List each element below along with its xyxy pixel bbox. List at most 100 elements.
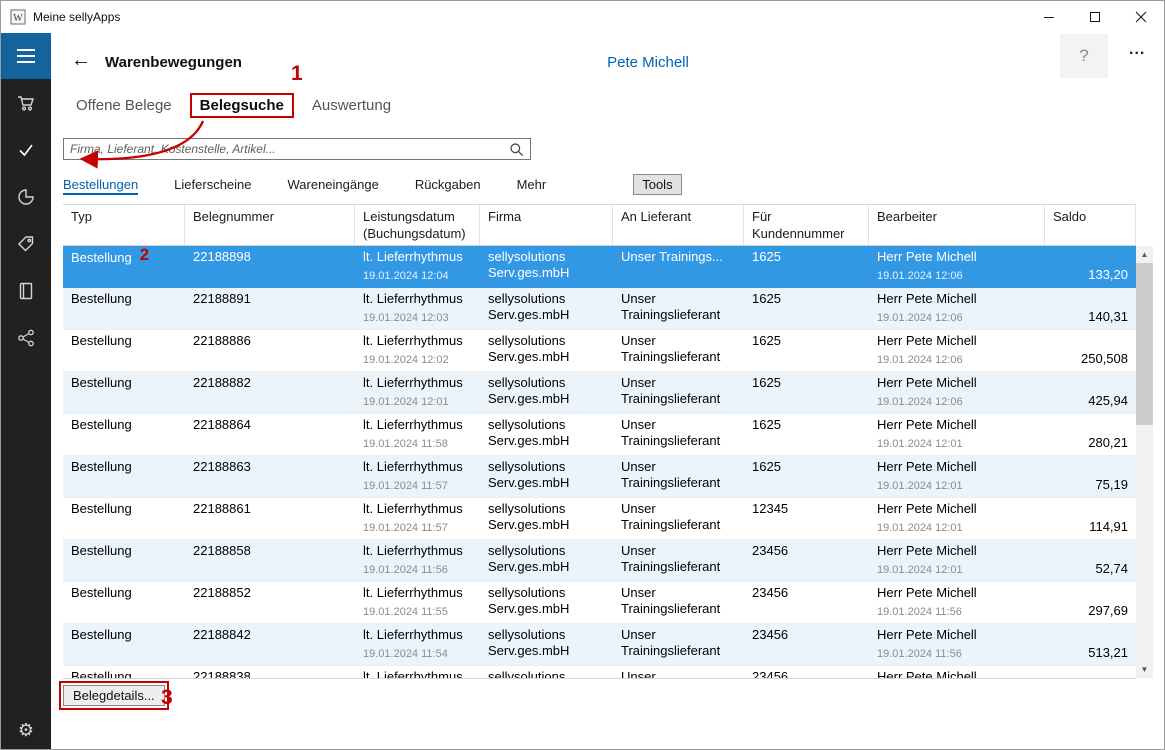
cell-belegnummer: 22188886 [185,330,355,371]
cell-lieferant: Unser... [613,666,744,679]
cell-kundennummer: 12345 [744,498,869,539]
cell-bearbeiter: Herr Pete Michell19.01.2024 12:01 [869,540,1045,581]
column-header-4[interactable]: Firma [480,205,613,245]
cell-typ: Bestellung [63,288,185,329]
tools-button[interactable]: Tools [633,174,681,195]
scroll-down-icon[interactable]: ▼ [1136,661,1153,678]
pie-chart-icon [16,187,36,207]
table-row[interactable]: Bestellung222188898lt. Lieferrhythmus19.… [63,246,1136,288]
subtab-lieferscheine[interactable]: Lieferscheine [174,177,251,195]
table-row[interactable]: Bestellung22188861lt. Lieferrhythmus19.0… [63,498,1136,540]
maximize-button[interactable] [1072,1,1118,33]
sidebar: ⚙ [1,33,51,749]
search-box [63,138,531,160]
cell-leistungsdatum: lt. Lieferrhythmus [355,666,480,679]
cell-typ: Bestellung [63,540,185,581]
sidebar-item-cart[interactable] [1,79,51,126]
tab-belegsuche[interactable]: Belegsuche [190,93,294,118]
back-button[interactable]: ← [71,49,91,72]
user-name[interactable]: Pete Michell [548,54,748,71]
sidebar-item-statistics[interactable] [1,173,51,220]
table-row[interactable]: Bestellung22188858lt. Lieferrhythmus19.0… [63,540,1136,582]
table-row[interactable]: Bestellung22188891lt. Lieferrhythmus19.0… [63,288,1136,330]
cell-lieferant: UnserTrainingslieferant [613,624,744,665]
subtab-bar: Bestellungen Lieferscheine Wareneingänge… [63,171,682,195]
table-row[interactable]: Bestellung22188842lt. Lieferrhythmus19.0… [63,624,1136,666]
cell-saldo: 280,21 [1045,414,1136,455]
cell-typ: Bestellung [63,414,185,455]
help-icon: ? [1079,46,1088,66]
app-logo-icon: W [10,9,26,25]
column-header-7[interactable]: Bearbeiter [869,205,1045,245]
table-row[interactable]: Bestellung22188863lt. Lieferrhythmus19.0… [63,456,1136,498]
cell-typ: Bestellung [63,372,185,413]
cell-bearbeiter: Herr Pete Michell19.01.2024 11:56 [869,624,1045,665]
cell-belegnummer: 22188898 [185,246,355,287]
cell-saldo: 425,94 [1045,372,1136,413]
cell-saldo: 133,20 [1045,246,1136,287]
sidebar-item-prices[interactable] [1,220,51,267]
tag-icon [16,234,36,254]
scrollbar-thumb[interactable] [1136,263,1153,425]
column-header-5[interactable]: An Lieferant [613,205,744,245]
cell-bearbeiter: Herr Pete Michell19.01.2024 12:06 [869,288,1045,329]
cell-typ: Bestellung [63,498,185,539]
cell-leistungsdatum: lt. Lieferrhythmus19.01.2024 11:57 [355,498,480,539]
more-button[interactable]: ... [1129,41,1145,59]
cell-leistungsdatum: lt. Lieferrhythmus19.01.2024 11:57 [355,456,480,497]
table-row[interactable]: Bestellung22188864lt. Lieferrhythmus19.0… [63,414,1136,456]
vertical-scrollbar[interactable]: ▲ ▼ [1136,246,1153,678]
close-button[interactable] [1118,1,1164,33]
sidebar-item-warenbewegungen[interactable] [1,126,51,173]
column-header-3[interactable]: Leistungsdatum (Buchungsdatum) [355,205,480,245]
cell-lieferant: UnserTrainingslieferant [613,288,744,329]
documents-table: TypBelegnummerLeistungsdatum (Buchungsda… [63,204,1136,679]
column-header-1[interactable]: Typ [63,205,185,245]
column-header-8[interactable]: Saldo [1045,205,1136,245]
table-row[interactable]: Bestellung22188838lt. Lieferrhythmussell… [63,666,1136,679]
cell-saldo: 513,21 [1045,624,1136,665]
column-header-6[interactable]: Für Kundennummer [744,205,869,245]
scroll-up-icon[interactable]: ▲ [1136,246,1153,263]
cell-typ: Bestellung [63,666,185,679]
titlebar: W Meine sellyApps [1,1,1164,33]
subtab-mehr[interactable]: Mehr [517,177,547,195]
minimize-button[interactable] [1026,1,1072,33]
cell-firma: sellysolutionsServ.ges.mbH [480,456,613,497]
cell-belegnummer: 22188863 [185,456,355,497]
search-input[interactable] [64,142,509,156]
cell-saldo: 52,74 [1045,540,1136,581]
cell-lieferant: UnserTrainingslieferant [613,582,744,623]
cell-kundennummer: 23456 [744,582,869,623]
book-icon [16,281,36,301]
sidebar-item-network[interactable] [1,314,51,361]
table-row[interactable]: Bestellung22188882lt. Lieferrhythmus19.0… [63,372,1136,414]
search-icon[interactable] [509,142,524,157]
cell-bearbeiter: Herr Pete Michell19.01.2024 12:01 [869,414,1045,455]
subtab-rueckgaben[interactable]: Rückgaben [415,177,481,195]
column-header-2[interactable]: Belegnummer [185,205,355,245]
sidebar-item-catalog[interactable] [1,267,51,314]
subtab-wareneingaenge[interactable]: Wareneingänge [288,177,379,195]
menu-button[interactable] [1,33,51,79]
help-button[interactable]: ? [1060,34,1108,78]
page-title: Warenbewegungen [105,54,242,71]
subtab-bestellungen[interactable]: Bestellungen [63,177,138,195]
table-row[interactable]: Bestellung22188852lt. Lieferrhythmus19.0… [63,582,1136,624]
cell-lieferant: UnserTrainingslieferant [613,414,744,455]
cell-lieferant: UnserTrainingslieferant [613,330,744,371]
tab-offene-belege[interactable]: Offene Belege [76,93,172,118]
more-icon: ... [1129,41,1145,58]
cell-belegnummer: 22188891 [185,288,355,329]
cell-kundennummer: 1625 [744,246,869,287]
content-area: ← Warenbewegungen Pete Michell ? ... Off… [51,33,1164,749]
annotation-step-3: 3 [161,686,173,710]
table-row[interactable]: Bestellung22188886lt. Lieferrhythmus19.0… [63,330,1136,372]
cell-belegnummer: 22188858 [185,540,355,581]
settings-button[interactable]: ⚙ [1,720,51,741]
cell-kundennummer: 23456 [744,666,869,679]
cell-firma: sellysolutionsServ.ges.mbH [480,582,613,623]
details-button[interactable]: Belegdetails... [63,685,165,706]
cell-firma: sellysolutionsServ.ges.mbH [480,624,613,665]
tab-auswertung[interactable]: Auswertung [312,93,391,118]
